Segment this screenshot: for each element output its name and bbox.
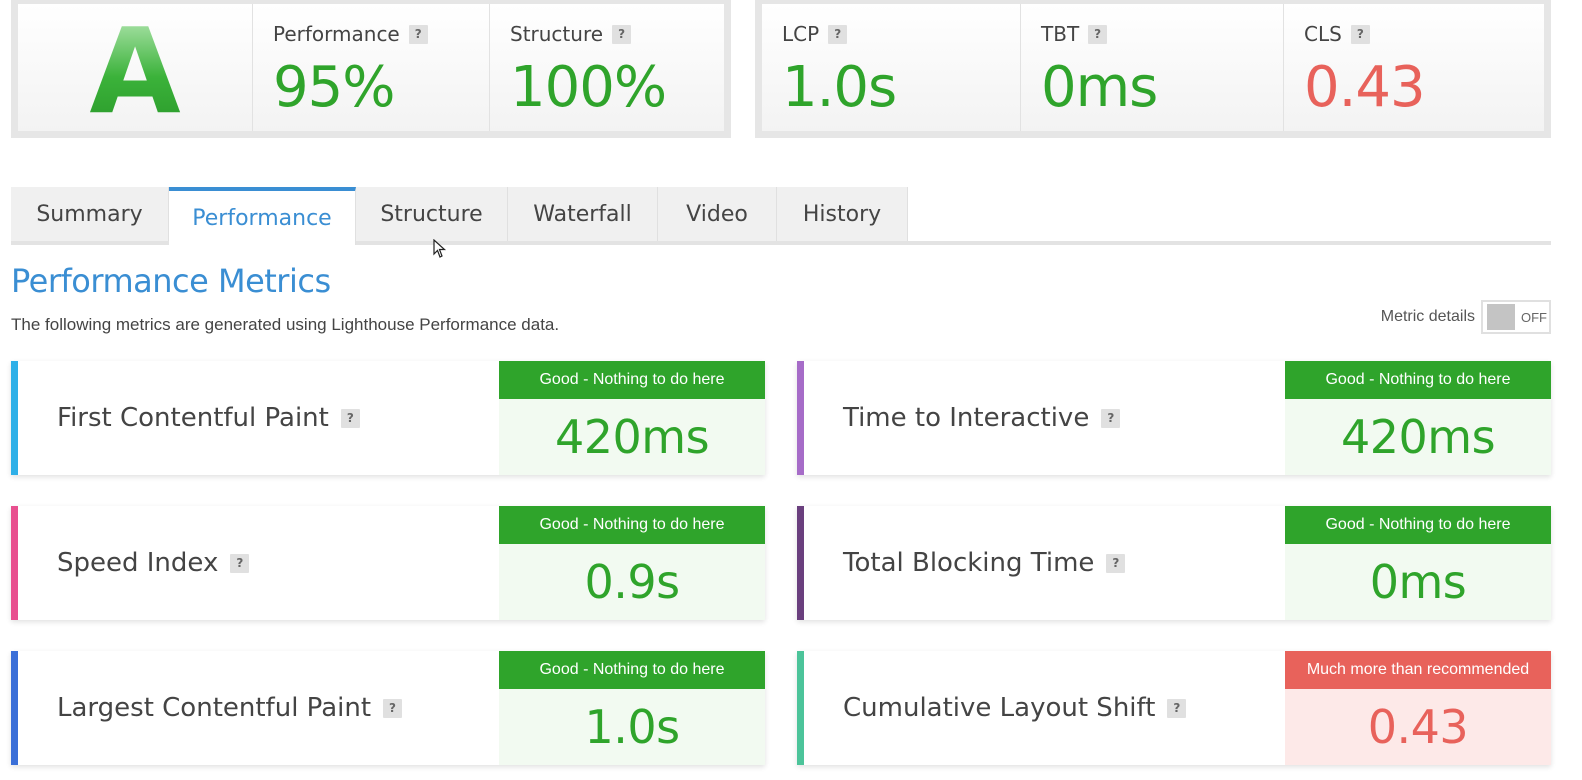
metric-card-time-to-interactive: Time to Interactive? Good - Nothing to d… <box>797 361 1551 475</box>
metric-status: Good - Nothing to do here 1.0s <box>499 651 765 765</box>
help-icon[interactable]: ? <box>408 24 428 44</box>
tbt-value: 0ms <box>1041 55 1158 120</box>
metric-color-stripe <box>797 651 804 765</box>
metric-status: Good - Nothing to do here 0.9s <box>499 506 765 620</box>
score-summary-box: A Performance ? 95% Structure ? 100% <box>11 0 731 138</box>
metric-color-stripe <box>797 361 804 475</box>
metric-card-largest-contentful-paint: Largest Contentful Paint? Good - Nothing… <box>11 651 765 765</box>
metric-status-text: Good - Nothing to do here <box>1285 361 1551 399</box>
web-vitals-box: LCP ? 1.0s TBT ? 0ms CLS ? 0.43 <box>755 0 1551 138</box>
help-icon[interactable]: ? <box>612 24 632 44</box>
toggle-state: OFF <box>1521 309 1547 325</box>
cls-label: CLS <box>1304 22 1342 46</box>
metric-name: Time to Interactive <box>843 403 1090 433</box>
report-tabs: Summary Performance Structure Waterfall … <box>11 187 1551 245</box>
toggle-knob <box>1487 304 1515 330</box>
metric-color-stripe <box>11 361 18 475</box>
performance-score: Performance ? 95% <box>253 4 490 131</box>
metric-color-stripe <box>11 651 18 765</box>
metric-details-toggle-group: Metric details OFF <box>1381 300 1551 334</box>
metric-card-first-contentful-paint: First Contentful Paint? Good - Nothing t… <box>11 361 765 475</box>
help-icon[interactable]: ? <box>1350 24 1370 44</box>
metric-card-total-blocking-time: Total Blocking Time? Good - Nothing to d… <box>797 506 1551 620</box>
grade-cell: A <box>18 4 253 131</box>
help-icon[interactable]: ? <box>1088 24 1108 44</box>
metric-status: Good - Nothing to do here 420ms <box>1285 361 1551 475</box>
metric-color-stripe <box>11 506 18 620</box>
metric-status-text: Good - Nothing to do here <box>499 361 765 399</box>
tab-history[interactable]: History <box>777 187 908 241</box>
cls-vital: CLS ? 0.43 <box>1284 4 1544 131</box>
help-icon[interactable]: ? <box>1106 553 1126 573</box>
metric-value: 420ms <box>1285 399 1551 475</box>
tab-structure[interactable]: Structure <box>356 187 508 241</box>
structure-score: Structure ? 100% <box>490 4 724 131</box>
metric-status-text: Good - Nothing to do here <box>499 506 765 544</box>
help-icon[interactable]: ? <box>1167 698 1187 718</box>
metric-name: Cumulative Layout Shift <box>843 693 1156 723</box>
grade-letter: A <box>89 1 181 140</box>
tab-summary[interactable]: Summary <box>11 187 169 241</box>
metric-details-toggle[interactable]: OFF <box>1481 300 1551 334</box>
performance-score-value: 95% <box>273 55 395 120</box>
lcp-value: 1.0s <box>782 55 897 120</box>
metric-name: Total Blocking Time <box>843 548 1095 578</box>
metric-status: Much more than recommended 0.43 <box>1285 651 1551 765</box>
cls-value: 0.43 <box>1304 55 1426 120</box>
help-icon[interactable]: ? <box>828 24 848 44</box>
tbt-label: TBT <box>1041 22 1080 46</box>
section-title: Performance Metrics <box>11 262 331 300</box>
metric-status: Good - Nothing to do here 420ms <box>499 361 765 475</box>
structure-score-label: Structure <box>510 22 604 46</box>
help-icon[interactable]: ? <box>230 553 250 573</box>
metric-status-text: Good - Nothing to do here <box>499 651 765 689</box>
tab-waterfall[interactable]: Waterfall <box>508 187 658 241</box>
metric-value: 0ms <box>1285 544 1551 620</box>
metric-status: Good - Nothing to do here 0ms <box>1285 506 1551 620</box>
metric-color-stripe <box>797 506 804 620</box>
metric-value: 0.43 <box>1285 689 1551 765</box>
metric-name: First Contentful Paint <box>57 403 329 433</box>
tab-performance[interactable]: Performance <box>169 187 356 245</box>
help-icon[interactable]: ? <box>383 698 403 718</box>
metric-name: Speed Index <box>57 548 219 578</box>
help-icon[interactable]: ? <box>340 408 360 428</box>
metric-card-speed-index: Speed Index? Good - Nothing to do here 0… <box>11 506 765 620</box>
lcp-vital: LCP ? 1.0s <box>762 4 1021 131</box>
metric-name: Largest Contentful Paint <box>57 693 372 723</box>
metric-card-cumulative-layout-shift: Cumulative Layout Shift? Much more than … <box>797 651 1551 765</box>
metric-value: 1.0s <box>499 689 765 765</box>
help-icon[interactable]: ? <box>1101 408 1121 428</box>
metric-status-text: Much more than recommended <box>1285 651 1551 689</box>
tbt-vital: TBT ? 0ms <box>1021 4 1284 131</box>
section-description: The following metrics are generated usin… <box>11 315 560 334</box>
mouse-cursor-icon <box>433 239 447 258</box>
tab-video[interactable]: Video <box>658 187 777 241</box>
metric-value: 0.9s <box>499 544 765 620</box>
structure-score-value: 100% <box>510 55 667 120</box>
metric-details-label: Metric details <box>1380 308 1475 325</box>
performance-score-label: Performance <box>273 22 400 46</box>
lcp-label: LCP <box>782 22 820 46</box>
metric-status-text: Good - Nothing to do here <box>1285 506 1551 544</box>
metric-value: 420ms <box>499 399 765 475</box>
